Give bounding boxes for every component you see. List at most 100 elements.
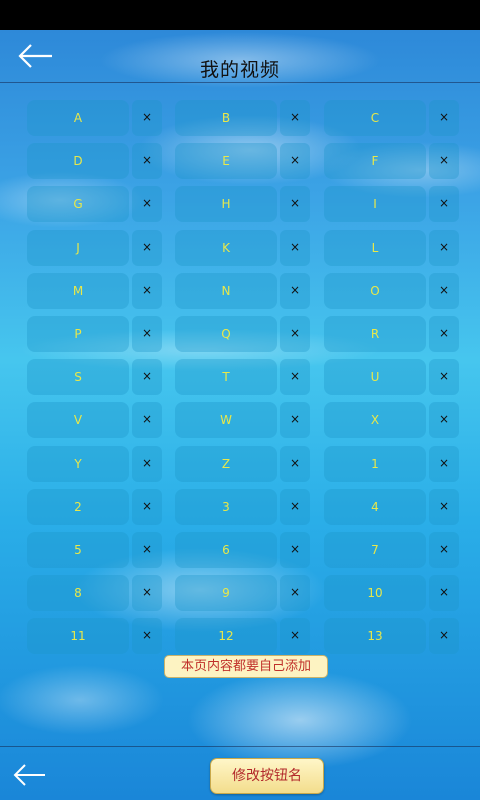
close-icon[interactable]: ×	[280, 488, 310, 525]
video-button[interactable]: 10	[324, 575, 426, 612]
grid-row: G × H × I ×	[27, 186, 460, 223]
video-button[interactable]: Y	[27, 445, 129, 482]
video-button[interactable]: F	[324, 143, 426, 180]
video-button[interactable]: 1	[324, 445, 426, 482]
close-icon[interactable]: ×	[132, 100, 162, 136]
video-button[interactable]: O	[324, 272, 426, 309]
video-button[interactable]: M	[27, 272, 129, 309]
video-button[interactable]: S	[27, 359, 129, 396]
close-icon[interactable]: ×	[132, 445, 162, 482]
video-button[interactable]: 7	[324, 531, 426, 568]
close-icon[interactable]: ×	[280, 143, 310, 180]
close-icon[interactable]: ×	[280, 531, 310, 568]
close-icon[interactable]: ×	[280, 229, 310, 266]
close-icon[interactable]: ×	[280, 359, 310, 396]
video-button[interactable]: N	[175, 272, 277, 309]
video-button[interactable]: P	[27, 315, 129, 352]
header: 我的视频	[0, 30, 480, 82]
close-icon[interactable]: ×	[280, 272, 310, 309]
video-button[interactable]: 5	[27, 531, 129, 568]
grid-row: 5 × 6 × 7 ×	[27, 531, 460, 568]
close-icon[interactable]: ×	[280, 315, 310, 352]
close-icon[interactable]: ×	[280, 445, 310, 482]
grid-row: S × T × U ×	[27, 359, 460, 396]
rename-buttons-button[interactable]: 修改按钮名	[210, 758, 324, 794]
video-button[interactable]: L	[324, 229, 426, 266]
footer-divider	[0, 746, 480, 747]
video-button[interactable]: Q	[175, 315, 277, 352]
video-button[interactable]: Z	[175, 445, 277, 482]
close-icon[interactable]: ×	[132, 531, 162, 568]
close-icon[interactable]: ×	[280, 100, 310, 136]
close-icon[interactable]: ×	[132, 359, 162, 396]
status-bar	[0, 0, 480, 30]
video-button[interactable]: 13	[324, 618, 426, 655]
video-button[interactable]: T	[175, 359, 277, 396]
video-button[interactable]: D	[27, 143, 129, 180]
close-icon[interactable]: ×	[132, 575, 162, 612]
video-button[interactable]: G	[27, 186, 129, 223]
close-icon[interactable]: ×	[429, 272, 459, 309]
close-icon[interactable]: ×	[429, 229, 459, 266]
grid-row: P × Q × R ×	[27, 315, 460, 352]
close-icon[interactable]: ×	[429, 445, 459, 482]
close-icon[interactable]: ×	[132, 272, 162, 309]
grid-row: 2 × 3 × 4 ×	[27, 488, 460, 525]
video-button[interactable]: 12	[175, 618, 277, 655]
header-divider	[0, 82, 480, 83]
video-button[interactable]: H	[175, 186, 277, 223]
close-icon[interactable]: ×	[132, 186, 162, 223]
close-icon[interactable]: ×	[429, 315, 459, 352]
grid-row: 8 × 9 × 10 ×	[27, 575, 460, 612]
grid-row: A × B × C ×	[27, 100, 460, 136]
video-button[interactable]: 4	[324, 488, 426, 525]
close-icon[interactable]: ×	[429, 359, 459, 396]
close-icon[interactable]: ×	[280, 575, 310, 612]
video-button[interactable]: 6	[175, 531, 277, 568]
video-button[interactable]: J	[27, 229, 129, 266]
video-button[interactable]: I	[324, 186, 426, 223]
video-button[interactable]: 11	[27, 618, 129, 655]
video-button[interactable]: W	[175, 402, 277, 439]
video-button[interactable]: V	[27, 402, 129, 439]
close-icon[interactable]: ×	[132, 618, 162, 655]
video-grid: A × B × C × D × E × F × G × H × I × J × K × L × M × N × O × P × Q × R × S × T ×…	[27, 100, 460, 661]
close-icon[interactable]: ×	[280, 618, 310, 655]
video-button[interactable]: 9	[175, 575, 277, 612]
video-button[interactable]: 3	[175, 488, 277, 525]
close-icon[interactable]: ×	[280, 402, 310, 439]
instruction-note: 本页内容都要自己添加	[164, 655, 328, 678]
grid-row: D × E × F ×	[27, 143, 460, 180]
close-icon[interactable]: ×	[429, 531, 459, 568]
close-icon[interactable]: ×	[132, 315, 162, 352]
close-icon[interactable]: ×	[429, 488, 459, 525]
close-icon[interactable]: ×	[132, 143, 162, 180]
video-button[interactable]: C	[324, 100, 426, 136]
grid-row: V × W × X ×	[27, 402, 460, 439]
close-icon[interactable]: ×	[132, 488, 162, 525]
grid-row: J × K × L ×	[27, 229, 460, 266]
video-button[interactable]: E	[175, 143, 277, 180]
video-button[interactable]: R	[324, 315, 426, 352]
video-button[interactable]: 8	[27, 575, 129, 612]
video-button[interactable]: B	[175, 100, 277, 136]
video-button[interactable]: K	[175, 229, 277, 266]
close-icon[interactable]: ×	[429, 618, 459, 655]
video-button[interactable]: U	[324, 359, 426, 396]
back-arrow-icon[interactable]	[12, 762, 48, 788]
video-button[interactable]: X	[324, 402, 426, 439]
video-button[interactable]: A	[27, 100, 129, 136]
close-icon[interactable]: ×	[429, 100, 459, 136]
grid-row: M × N × O ×	[27, 272, 460, 309]
page-title: 我的视频	[199, 59, 280, 81]
close-icon[interactable]: ×	[429, 143, 459, 180]
video-button[interactable]: 2	[27, 488, 129, 525]
close-icon[interactable]: ×	[280, 186, 310, 223]
close-icon[interactable]: ×	[429, 575, 459, 612]
close-icon[interactable]: ×	[429, 402, 459, 439]
close-icon[interactable]: ×	[132, 402, 162, 439]
close-icon[interactable]: ×	[429, 186, 459, 223]
grid-row: 11 × 12 × 13 ×	[27, 618, 460, 655]
close-icon[interactable]: ×	[132, 229, 162, 266]
grid-row: Y × Z × 1 ×	[27, 445, 460, 482]
